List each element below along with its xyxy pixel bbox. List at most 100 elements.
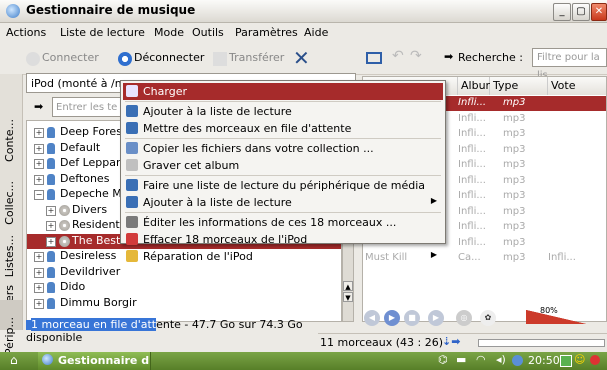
expander-icon[interactable]: +	[34, 298, 44, 309]
tab-files[interactable]: Fichiers	[0, 250, 22, 327]
tools-icon[interactable]: ✕	[293, 46, 310, 70]
volume-tray-icon[interactable]: ◂)	[496, 353, 506, 366]
menu-separator	[125, 212, 441, 213]
undo-icon[interactable]: ↶	[392, 48, 404, 64]
visualizer-icon[interactable]: ✿	[480, 310, 496, 326]
transfer-button[interactable]: Transférer	[229, 51, 284, 64]
filter-arrow-icon: ➡	[34, 100, 44, 113]
tree-item[interactable]: + Dimmu Borgir	[27, 296, 341, 311]
menu-item[interactable]: Effacer 18 morceaux de l'iPod	[123, 231, 443, 248]
wifi-icon[interactable]: ◠	[476, 353, 486, 366]
search-input[interactable]: Filtre pour la lis	[532, 48, 607, 81]
col-header-album[interactable]: Albur	[458, 77, 490, 95]
expander-icon[interactable]: +	[34, 143, 44, 154]
stop-button[interactable]: ■	[404, 310, 420, 326]
filter-input[interactable]: Entrer les te	[52, 97, 124, 117]
maximize-button[interactable]: ▢	[572, 3, 590, 21]
minimize-button[interactable]: _	[553, 3, 571, 21]
menu-settings[interactable]: Paramètres	[235, 26, 298, 39]
menu-item[interactable]: Faire une liste de lecture du périphériq…	[123, 177, 443, 194]
close-button[interactable]: ✕	[591, 3, 607, 21]
copy-icon	[126, 142, 138, 154]
workspace-icon[interactable]	[560, 355, 572, 367]
power-icon[interactable]	[590, 355, 600, 365]
expander-icon[interactable]: +	[34, 128, 44, 138]
expander-icon[interactable]: +	[34, 174, 44, 185]
tree-item-label: Divers	[72, 202, 108, 216]
taskbar-app-button[interactable]: Gestionnaire d	[38, 352, 151, 370]
menu-item-label: Ajouter à la liste de lecture	[143, 196, 292, 209]
menu-item[interactable]: Éditer les informations de ces 18 morcea…	[123, 214, 443, 231]
menu-item[interactable]: Graver cet album	[123, 157, 443, 174]
tray-app-icon[interactable]	[512, 355, 523, 366]
expander-icon[interactable]: +	[34, 252, 44, 262]
menu-item[interactable]: Mettre des morceaux en file d'attente	[123, 120, 443, 137]
col-header-type[interactable]: Type	[490, 77, 548, 95]
scroll-up-button[interactable]: ▲	[343, 281, 353, 291]
expander-icon[interactable]: −	[34, 190, 44, 200]
menu-help[interactable]: Aide	[304, 26, 328, 39]
disconnect-button[interactable]: Déconnecter	[134, 51, 204, 64]
playlist-cell: Infli...	[458, 128, 486, 139]
expander-icon[interactable]: +	[34, 283, 44, 293]
progress-bar[interactable]	[478, 339, 605, 347]
playlist-cell: mp3	[503, 143, 526, 155]
tab-playlists[interactable]: Listes...	[0, 196, 22, 277]
connect-button[interactable]: Connecter	[42, 51, 99, 64]
tree-item[interactable]: + Devildriver	[27, 265, 341, 280]
playlist-cell: Infli...	[458, 205, 486, 217]
smiley-icon[interactable]: ☺	[574, 353, 585, 366]
tree-item-label: Deep Fores	[60, 125, 122, 138]
tree-item-label: Def Leppard	[60, 156, 128, 169]
expander-icon[interactable]: +	[34, 159, 44, 169]
expander-icon[interactable]: +	[46, 205, 56, 216]
equalizer-icon[interactable]: ◎	[456, 310, 472, 326]
menu-playlist[interactable]: Liste de lecture	[60, 26, 145, 39]
load-icon	[126, 85, 138, 97]
playlist-cell: mp3	[503, 159, 526, 170]
menu-mode[interactable]: Mode	[154, 26, 184, 39]
redo-icon[interactable]: ↷	[410, 48, 422, 64]
search-label: Recherche :	[458, 51, 523, 64]
menu-tools[interactable]: Outils	[192, 26, 224, 39]
expander-icon[interactable]: +	[46, 221, 56, 231]
play-button[interactable]: ▶	[384, 310, 400, 326]
menu-item[interactable]: Charger	[123, 83, 443, 100]
menu-item[interactable]: Ajouter à la liste de lecture	[123, 103, 443, 120]
add-playlist-icon	[126, 105, 138, 117]
playlist-cell: mp3	[503, 205, 526, 217]
menu-separator	[125, 175, 441, 176]
home-icon[interactable]: ⌂	[10, 353, 18, 367]
next-button[interactable]: ▶	[428, 310, 444, 326]
menu-item[interactable]: Ajouter à la liste de lecture ▶	[123, 194, 443, 211]
menu-actions[interactable]: Actions	[6, 26, 46, 39]
expander-icon[interactable]: +	[46, 236, 56, 247]
menu-item-label: Effacer 18 morceaux de l'iPod	[143, 233, 308, 246]
tab-collection[interactable]: Collec...	[0, 134, 22, 225]
network-icon[interactable]: ⌬	[438, 353, 448, 366]
tab-context[interactable]: Conte...	[0, 76, 22, 162]
artist-icon	[47, 127, 55, 138]
scroll-down-button[interactable]: ▼	[343, 292, 353, 302]
col-header-vote[interactable]: Vote	[548, 77, 606, 95]
expander-icon[interactable]: +	[34, 267, 44, 278]
app-icon	[6, 4, 20, 18]
playlist-cell: mp3	[503, 97, 526, 108]
previous-button[interactable]: ◀	[364, 310, 380, 326]
tree-item-label: Dido	[60, 280, 86, 293]
tree-item[interactable]: + Dido	[27, 280, 341, 295]
window-icon[interactable]	[366, 52, 382, 64]
menu-item-label: Faire une liste de lecture du périphériq…	[143, 179, 426, 192]
album-icon	[59, 235, 70, 247]
taskbar-app-label: Gestionnaire d	[58, 354, 150, 367]
repeat-icon[interactable]: ⇣➡	[442, 335, 460, 348]
battery-icon[interactable]: ▬	[456, 353, 466, 366]
tab-devices[interactable]: Périp...	[0, 300, 22, 355]
app-task-icon	[42, 354, 53, 365]
menu-item-label: Copier les fichiers dans votre collectio…	[143, 142, 374, 155]
playlist-cell: mp3	[503, 174, 526, 186]
menu-item[interactable]: Réparation de l'iPod ▶	[123, 248, 443, 265]
menu-item[interactable]: Copier les fichiers dans votre collectio…	[123, 140, 443, 157]
artist-icon	[47, 158, 55, 169]
tab-devices-label: Périp...	[3, 317, 16, 356]
